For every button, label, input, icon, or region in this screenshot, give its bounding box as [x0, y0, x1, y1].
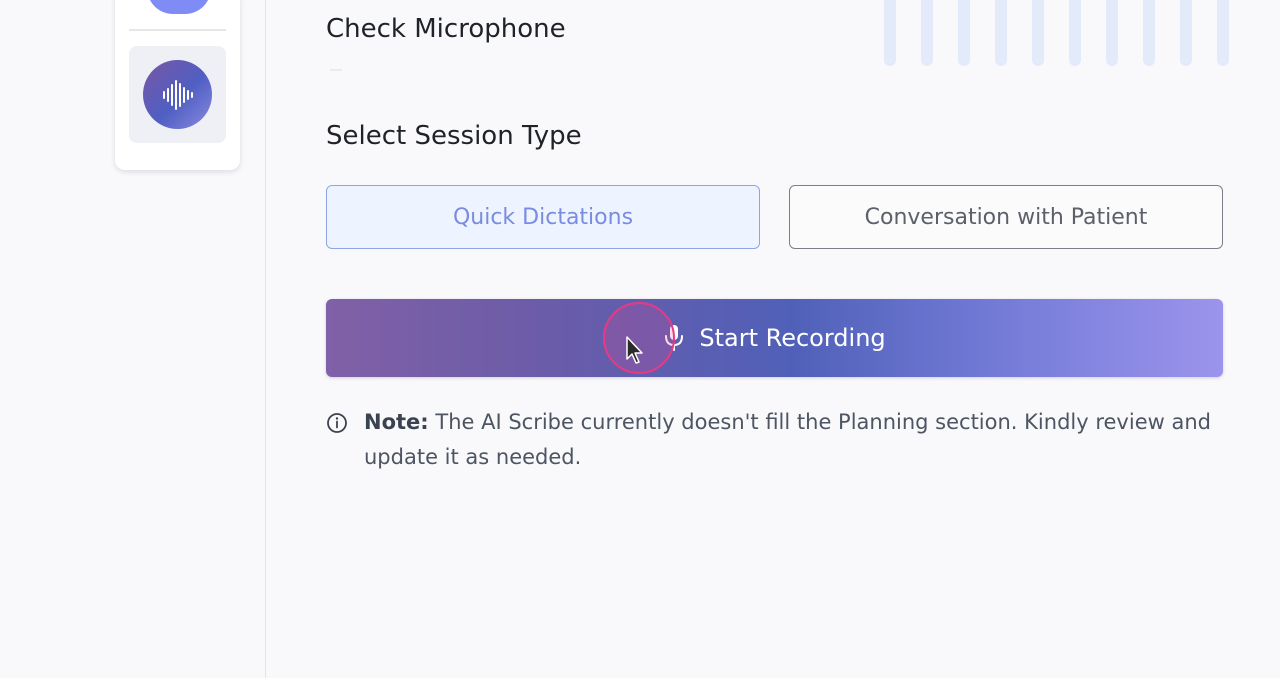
quick-dictations-button[interactable]: Quick Dictations: [326, 185, 760, 249]
level-bar: [958, 0, 970, 66]
info-icon: [326, 412, 348, 438]
note-body: The AI Scribe currently doesn't fill the…: [364, 410, 1211, 469]
microphone-icon: [663, 324, 685, 352]
sidebar-divider: [129, 29, 226, 31]
check-microphone-title: Check Microphone: [326, 14, 566, 44]
level-bar: [1217, 0, 1229, 66]
note-text: Note: The AI Scribe currently doesn't fi…: [364, 405, 1216, 475]
soundwave-icon: [143, 60, 212, 129]
start-recording-label: Start Recording: [699, 324, 886, 352]
level-bar: [1180, 0, 1192, 66]
level-bar: [921, 0, 933, 66]
microphone-level-meter: [884, 0, 1229, 66]
level-bar: [1032, 0, 1044, 66]
level-bar: [995, 0, 1007, 66]
microphone-level-indicator: [330, 69, 342, 71]
avatar[interactable]: [147, 0, 211, 14]
panel-divider: [265, 0, 266, 678]
note-label: Note:: [364, 410, 429, 434]
session-type-title: Select Session Type: [326, 121, 582, 151]
level-bar: [884, 0, 896, 66]
note-section: Note: The AI Scribe currently doesn't fi…: [326, 405, 1216, 475]
ai-scribe-button[interactable]: [129, 46, 226, 143]
conversation-with-patient-button[interactable]: Conversation with Patient: [789, 185, 1223, 249]
level-bar: [1069, 0, 1081, 66]
level-bar: [1106, 0, 1118, 66]
start-recording-button[interactable]: Start Recording: [326, 299, 1223, 377]
sidebar-card: [115, 0, 240, 170]
level-bar: [1143, 0, 1155, 66]
